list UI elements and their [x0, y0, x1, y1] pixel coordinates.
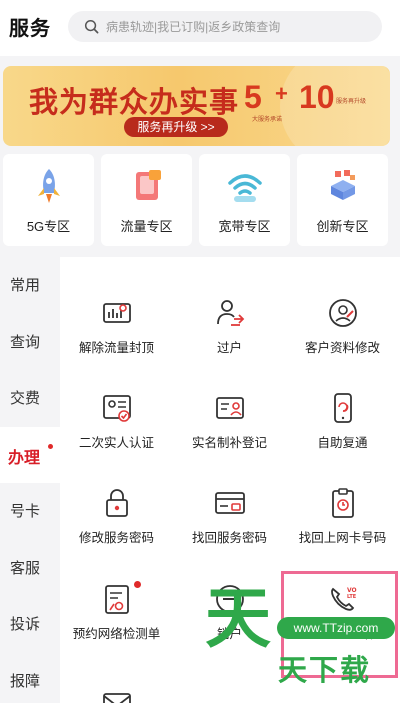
banner-number-five: 5 — [244, 79, 262, 115]
wifi-icon — [228, 174, 262, 202]
unlock-data-icon — [103, 303, 131, 323]
edit-profile-icon — [329, 299, 357, 327]
envelope-icon — [103, 693, 131, 703]
banner-plus: + — [275, 81, 288, 106]
nav-item-label: 常用 — [10, 277, 41, 294]
network-check-icon — [105, 585, 129, 614]
zone-label: 5G专区 — [26, 219, 71, 234]
nav-item-complaint[interactable]: 投诉 — [0, 596, 60, 652]
zone-label: 流量专区 — [120, 219, 173, 234]
nav-item-payment[interactable]: 交费 — [0, 370, 60, 426]
watermark: 天 www.TTzip.com 天下载 — [205, 581, 395, 687]
service-edit-profile[interactable]: 客户资料修改 — [286, 257, 399, 355]
nav-item-label: 报障 — [10, 673, 41, 690]
watermark-brand: 天下载 — [278, 655, 372, 687]
banner-upgrade-button[interactable]: 服务再升级 >> — [124, 117, 228, 137]
search-box[interactable] — [68, 11, 382, 42]
watermark-logo: 天 — [205, 581, 271, 655]
rocket-icon — [38, 169, 60, 203]
service-recover-password[interactable]: 找回服务密码 — [173, 447, 286, 545]
nav-item-label: 办理 — [8, 450, 41, 467]
active-dot — [48, 444, 53, 449]
data-package-icon — [136, 170, 161, 200]
nav-item-fault[interactable]: 报障 — [0, 653, 60, 703]
service-change-password[interactable]: 修改服务密码 — [60, 447, 173, 545]
watermark-site: www.TTzip.com — [277, 617, 395, 639]
zone-innovation[interactable]: 创新专区 — [297, 154, 388, 246]
header-bar: 服务 — [0, 0, 400, 56]
search-icon — [84, 19, 99, 34]
phone-restore-icon — [334, 393, 352, 423]
banner-headline: 我为群众办实事 — [29, 87, 240, 119]
search-input[interactable] — [106, 11, 371, 42]
service-partial[interactable] — [60, 638, 173, 703]
service-phone-restore[interactable]: 自助复通 — [286, 352, 399, 450]
zone-label: 宽带专区 — [218, 219, 271, 234]
banner-number-ten: 10 — [299, 79, 335, 115]
nav-item-label: 交费 — [10, 390, 41, 407]
nav-item-label: 查询 — [10, 334, 41, 351]
nav-item-label: 客服 — [10, 560, 41, 577]
nav-item-service[interactable]: 客服 — [0, 540, 60, 596]
service-network-check[interactable]: 预约网络检测单 — [60, 543, 173, 641]
page-title: 服务 — [9, 18, 51, 40]
service-unlock-data[interactable]: 解除流量封顶 — [60, 257, 173, 355]
transfer-user-icon — [217, 300, 245, 326]
service-realname-register[interactable]: 实名制补登记 — [173, 352, 286, 450]
nav-item-query[interactable]: 查询 — [0, 314, 60, 370]
lock-icon — [106, 489, 128, 517]
banner-caption-b: 服务再升级 — [336, 99, 367, 105]
zone-5g[interactable]: 5G专区 — [3, 154, 94, 246]
zone-label: 创新专区 — [316, 219, 369, 234]
zone-broadband[interactable]: 宽带专区 — [199, 154, 290, 246]
promo-banner[interactable]: 我为群众办实事 服务再升级 >> 5 + 10 大服务承诺 服务再升级 — [3, 66, 390, 146]
nav-item-sim[interactable]: 号卡 — [0, 483, 60, 539]
nav-item-handle[interactable]: 办理 — [0, 427, 60, 483]
identity-verify-icon — [103, 395, 131, 422]
nav-item-common[interactable]: 常用 — [0, 257, 60, 313]
service-identity-verify[interactable]: 二次实人认证 — [60, 352, 173, 450]
clipboard-clock-icon — [332, 488, 354, 518]
nav-item-label: 投诉 — [10, 616, 41, 633]
zone-data[interactable]: 流量专区 — [101, 154, 192, 246]
banner-caption-a: 大服务承诺 — [252, 117, 283, 123]
service-transfer[interactable]: 过户 — [173, 257, 286, 355]
new-badge-dot — [134, 581, 141, 588]
password-card-icon — [215, 492, 245, 514]
nav-item-label: 号卡 — [10, 503, 41, 520]
category-nav: 常用 查询 交费 办理 号卡 客服 投诉 报障 — [0, 257, 60, 703]
service-recover-datacard[interactable]: 找回上网卡号码 — [286, 447, 399, 545]
innovation-blocks-icon — [331, 170, 355, 200]
realname-register-icon — [216, 397, 244, 419]
